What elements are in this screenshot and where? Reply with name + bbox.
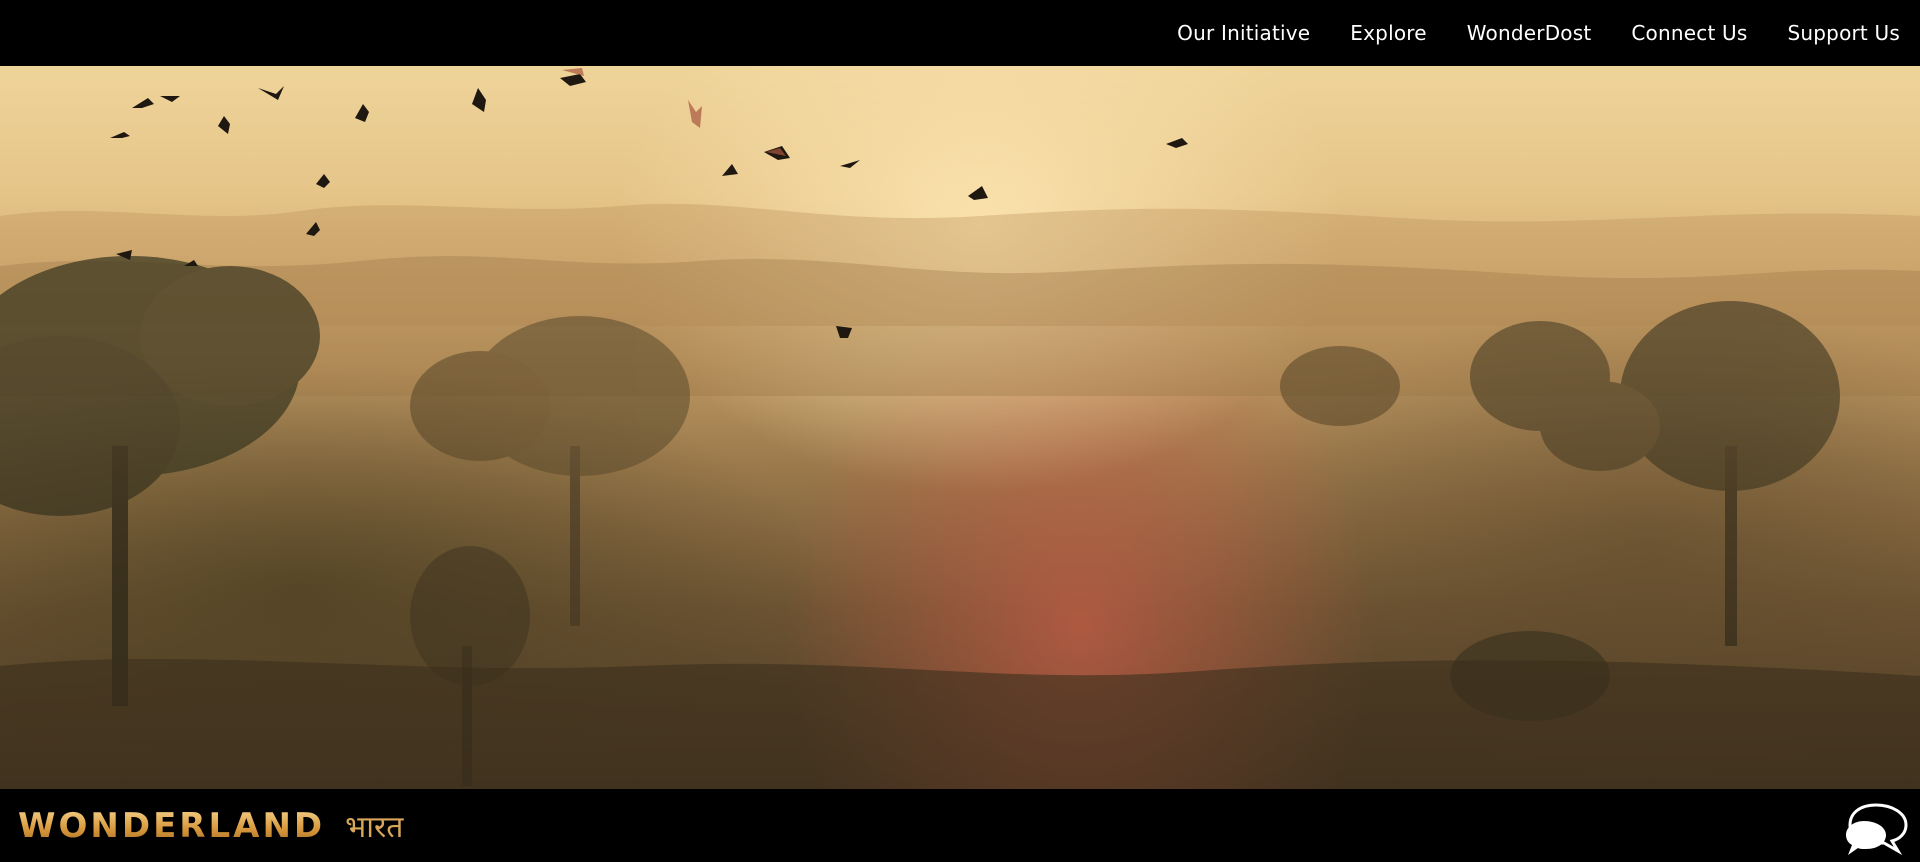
nav-wonderdost[interactable]: WonderDost — [1467, 21, 1592, 45]
site-logo[interactable]: WONDERLAND भारत — [18, 805, 403, 846]
tree-left — [0, 256, 320, 706]
main-nav: Our Initiative Explore WonderDost Connec… — [1177, 21, 1900, 45]
chat-bubbles-icon[interactable] — [1846, 799, 1910, 857]
hero-video-background — [0, 66, 1920, 789]
logo-subtitle: भारत — [345, 810, 404, 845]
top-navigation-bar: Our Initiative Explore WonderDost Connec… — [0, 0, 1920, 66]
bottom-bar: WONDERLAND भारत — [0, 789, 1920, 862]
logo-wordmark: WONDERLAND — [18, 806, 326, 846]
tree-right — [1280, 301, 1840, 721]
hero-scenery — [0, 68, 1920, 789]
nav-support-us[interactable]: Support Us — [1788, 21, 1900, 45]
nav-our-initiative[interactable]: Our Initiative — [1177, 21, 1310, 45]
nav-explore[interactable]: Explore — [1350, 21, 1426, 45]
nav-connect-us[interactable]: Connect Us — [1631, 21, 1747, 45]
